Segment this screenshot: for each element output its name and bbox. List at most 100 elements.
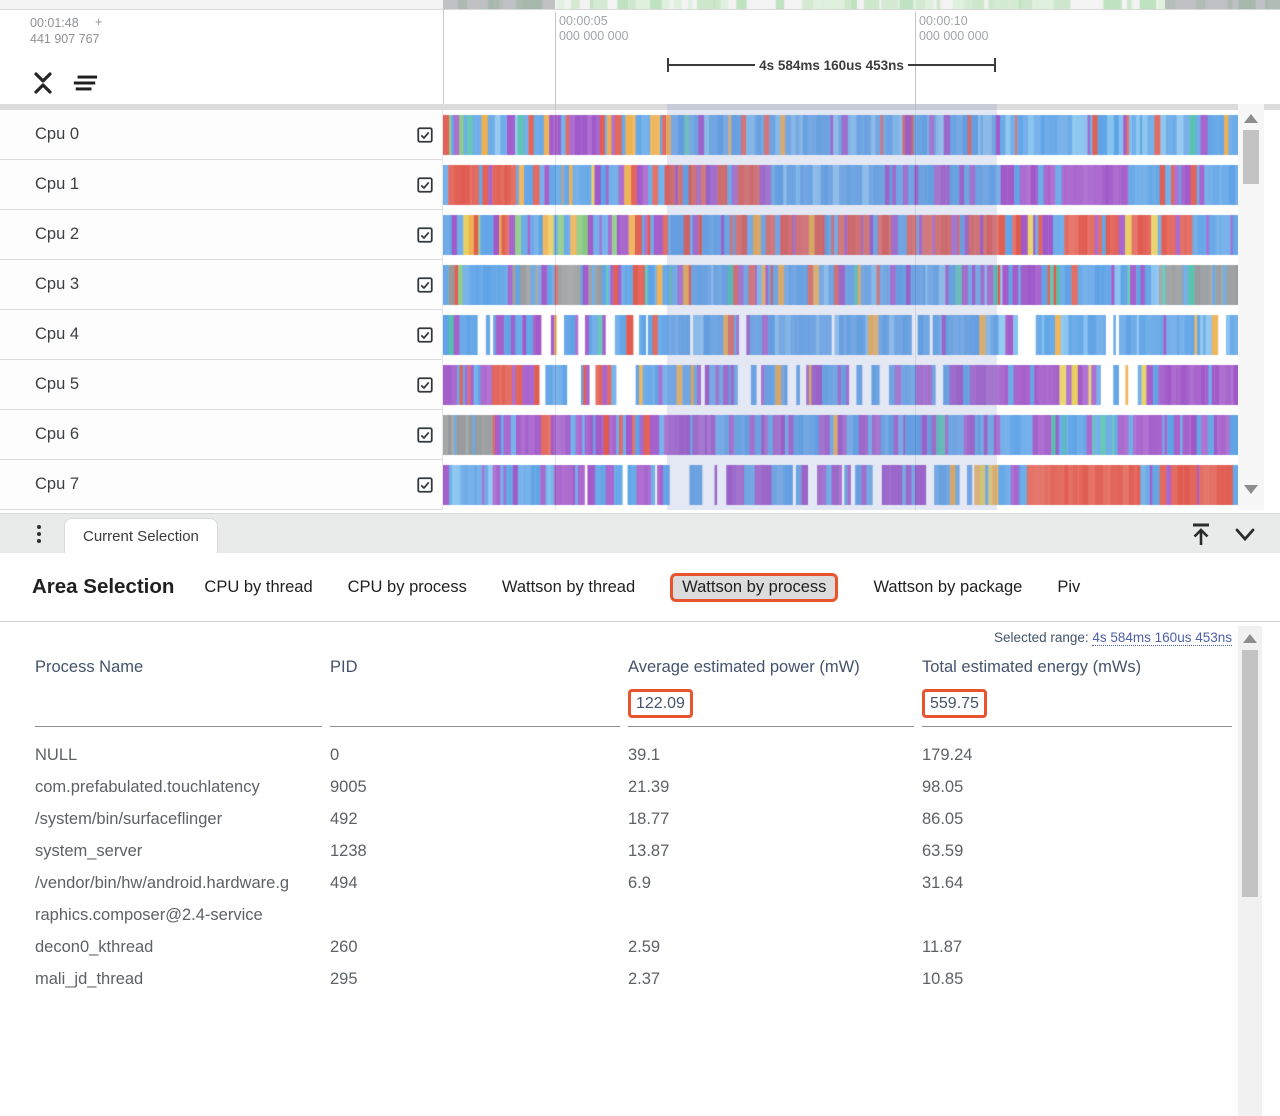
cell-avg-power: 21.39 <box>628 771 914 803</box>
expand-panel-top-icon[interactable] <box>1188 521 1214 547</box>
cell-pid: 260 <box>330 931 620 963</box>
track-label-cell: Cpu 5 <box>0 360 443 410</box>
cell-pid: 0 <box>330 739 620 771</box>
track-checkbox[interactable] <box>416 176 434 194</box>
cell-pid: 494 <box>330 867 620 899</box>
cell-avg-power: 6.9 <box>628 867 914 899</box>
track-label-cell: Cpu 2 <box>0 210 443 260</box>
cell-pid: 1238 <box>330 835 620 867</box>
scroll-up-arrow-icon[interactable] <box>1243 634 1257 643</box>
cpu-track-row: Cpu 6 <box>0 410 1280 460</box>
track-checkbox[interactable] <box>416 326 434 344</box>
cell-avg-power: 2.37 <box>628 963 914 995</box>
cell-total-energy: 63.59 <box>922 835 1232 867</box>
selected-range: Selected range: 4s 584ms 160us 453ns <box>994 630 1232 645</box>
panel-title: Area Selection <box>32 575 174 599</box>
cell-avg-power: 39.1 <box>628 739 914 771</box>
panel-tab-wattson-by-thread[interactable]: Wattson by thread <box>502 574 635 601</box>
total-avg-power-highlight: 122.09 <box>628 689 693 718</box>
cell-process-name: com.prefabulated.touchlatency <box>35 771 291 803</box>
cell-total-energy: 10.85 <box>922 963 1232 995</box>
track-label: Cpu 4 <box>35 310 79 359</box>
column-header-total-energy: Total estimated energy (mWs) <box>922 648 1232 679</box>
cell-pid: 492 <box>330 803 620 835</box>
tab-current-selection[interactable]: Current Selection <box>64 518 218 554</box>
column-header-process-name: Process Name <box>35 648 322 679</box>
table-scrollbar-thumb[interactable] <box>1242 650 1258 897</box>
wattson-by-process-table: Selected range: 4s 584ms 160us 453ns Pro… <box>0 622 1280 1116</box>
track-label-cell: Cpu 0 <box>0 110 443 160</box>
track-label-cell: Cpu 3 <box>0 260 443 310</box>
scroll-down-arrow-icon[interactable] <box>1244 485 1258 494</box>
cell-process-name: /vendor/bin/hw/android.hardware.graphics… <box>35 867 291 931</box>
tracks-scrollbar-thumb[interactable] <box>1243 130 1259 184</box>
area-selection-overlay[interactable] <box>667 104 997 510</box>
track-label: Cpu 1 <box>35 160 79 209</box>
trace-overview-minimap[interactable] <box>0 0 1280 10</box>
panel-tab-cpu-by-thread[interactable]: CPU by thread <box>204 574 312 601</box>
time-ruler[interactable]: 00:01:48441 907 767 + 00:00:05000 000 00… <box>0 10 1280 104</box>
track-label: Cpu 2 <box>35 210 79 259</box>
cell-process-name: decon0_kthread <box>35 931 291 963</box>
track-checkbox[interactable] <box>416 226 434 244</box>
panel-menu-kebab-icon[interactable] <box>30 521 48 547</box>
cell-total-energy: 179.24 <box>922 739 1232 771</box>
cpu-track-row: Cpu 5 <box>0 360 1280 410</box>
track-label-cell: Cpu 1 <box>0 160 443 210</box>
cell-process-name: mali_jd_thread <box>35 963 291 995</box>
column-header-pid: PID <box>330 648 620 679</box>
cursor-timestamp: 00:01:48441 907 767 <box>30 15 100 47</box>
panel-tab-cpu-by-process[interactable]: CPU by process <box>348 574 467 601</box>
collapse-panel-chevron-down-icon[interactable] <box>1232 521 1258 547</box>
scroll-up-arrow-icon[interactable] <box>1244 114 1258 123</box>
cursor-plus-sign: + <box>95 15 102 29</box>
totals-row-spacer <box>35 679 322 727</box>
cpu-track-row: Cpu 3 <box>0 260 1280 310</box>
perfetto-trace-viewer: 00:01:48441 907 767 + 00:00:05000 000 00… <box>0 0 1280 1116</box>
panel-tab-piv[interactable]: Piv <box>1057 574 1080 601</box>
track-label-cell: Cpu 7 <box>0 460 443 510</box>
cell-total-energy: 98.05 <box>922 771 1232 803</box>
track-label: Cpu 3 <box>35 260 79 309</box>
track-checkbox[interactable] <box>416 426 434 444</box>
cell-avg-power: 13.87 <box>628 835 914 867</box>
panel-tab-wattson-by-process[interactable]: Wattson by process <box>670 573 838 602</box>
selection-duration-bracket: 4s 584ms 160us 453ns <box>667 58 996 72</box>
cell-process-name: NULL <box>35 739 291 771</box>
selection-duration-text: 4s 584ms 160us 453ns <box>755 58 908 73</box>
collapse-tracks-icon[interactable] <box>30 70 56 96</box>
track-label: Cpu 7 <box>35 460 79 509</box>
table-scrollbar[interactable] <box>1238 626 1262 1116</box>
track-checkbox[interactable] <box>416 126 434 144</box>
panel-tab-wattson-by-package[interactable]: Wattson by package <box>873 574 1022 601</box>
cell-avg-power: 18.77 <box>628 803 914 835</box>
cell-total-energy: 31.64 <box>922 867 1232 899</box>
track-checkbox[interactable] <box>416 376 434 394</box>
ruler-tick-label: 00:00:10000 000 000 <box>919 14 989 44</box>
track-checkbox[interactable] <box>416 276 434 294</box>
cell-process-name: system_server <box>35 835 291 867</box>
sort-tracks-icon[interactable] <box>72 70 98 96</box>
cell-total-energy: 11.87 <box>922 931 1232 963</box>
selected-range-link[interactable]: 4s 584ms 160us 453ns <box>1092 630 1232 646</box>
cpu-track-row: Cpu 0 <box>0 110 1280 160</box>
cpu-track-row: Cpu 2 <box>0 210 1280 260</box>
cell-pid: 295 <box>330 963 620 995</box>
track-label: Cpu 6 <box>35 410 79 459</box>
track-panel-divider <box>443 10 444 104</box>
ruler-gridline <box>555 12 556 104</box>
track-label: Cpu 5 <box>35 360 79 409</box>
track-checkbox[interactable] <box>416 476 434 494</box>
cell-pid: 9005 <box>330 771 620 803</box>
tracks-scrollbar[interactable] <box>1238 104 1264 510</box>
track-label-cell: Cpu 4 <box>0 310 443 360</box>
total-energy-highlight: 559.75 <box>922 689 987 718</box>
total-energy-cell: 559.75 <box>922 679 1232 727</box>
cell-total-energy: 86.05 <box>922 803 1232 835</box>
cell-avg-power: 2.59 <box>628 931 914 963</box>
cpu-track-row: Cpu 4 <box>0 310 1280 360</box>
column-header-avg-power: Average estimated power (mW) <box>628 648 914 679</box>
track-label: Cpu 0 <box>35 110 79 159</box>
bottom-panel-tabstrip: Current Selection <box>0 513 1280 553</box>
area-selection-header: Area Selection CPU by thread CPU by proc… <box>0 553 1280 622</box>
